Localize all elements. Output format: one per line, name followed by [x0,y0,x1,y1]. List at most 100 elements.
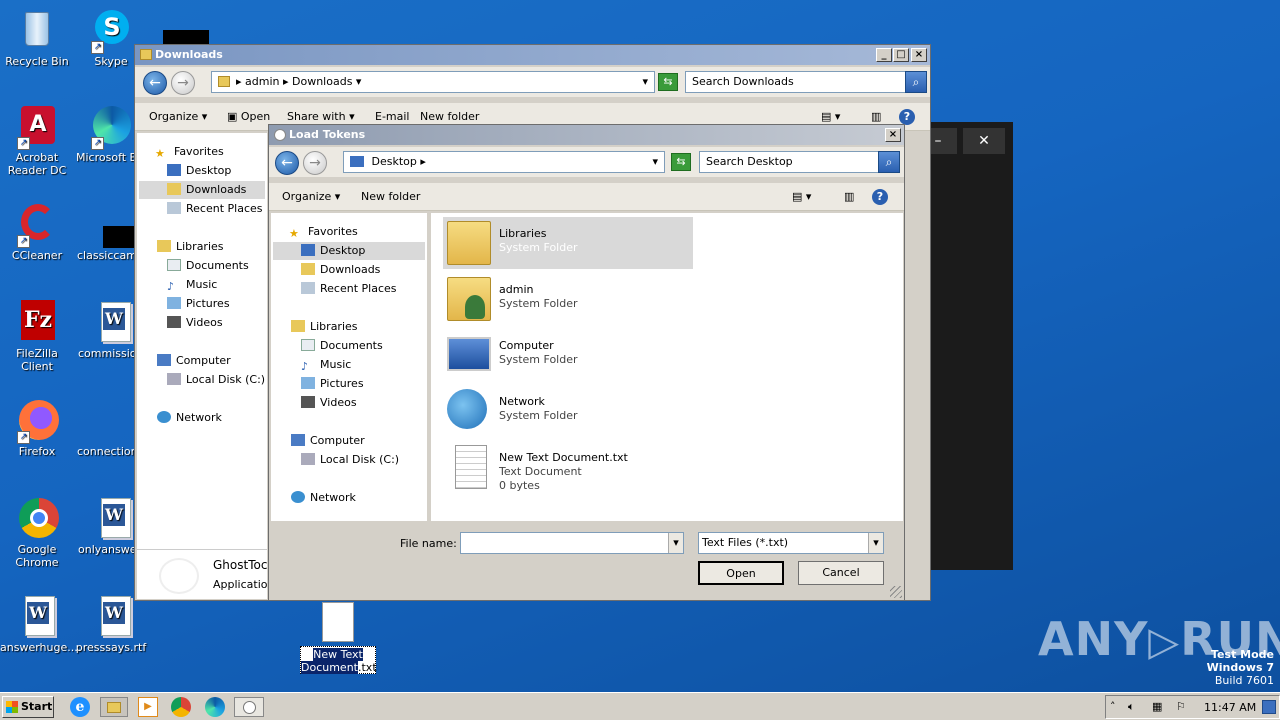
preview-pane-icon[interactable]: ▥ [844,190,854,203]
file-item-network[interactable]: Network System Folder [443,385,693,437]
share-with-button[interactable]: Share with ▾ [287,110,355,123]
file-item-new-text-document[interactable]: New Text Document.txt Text Document 0 by… [443,441,693,497]
nav-desktop[interactable]: Desktop [167,162,231,180]
minimize-button[interactable]: _ [876,48,892,62]
file-type-select[interactable]: Text Files (*.txt) ▾ [698,532,884,554]
network-tray-icon[interactable]: ▦ [1152,700,1162,713]
desktop-icon-acrobat[interactable]: A ↗ Acrobat Reader DC [0,104,74,177]
address-dropdown-icon[interactable]: ▾ [652,152,658,172]
desktop-icon-recycle-bin[interactable]: Recycle Bin [0,8,74,68]
ghost-app-taskbar-icon[interactable] [234,697,264,717]
file-item-computer[interactable]: Computer System Folder [443,329,693,381]
address-bar[interactable]: Desktop ▸ ▾ [343,151,665,173]
desktop-icon-presssays[interactable]: W presssays.rtf [74,594,148,654]
open-button[interactable]: ▣ Open [227,110,270,123]
nav-network[interactable]: Network [291,489,356,507]
new-folder-button[interactable]: New folder [420,110,479,123]
open-button[interactable]: Open [698,561,784,585]
back-button[interactable]: ← [143,71,167,95]
desktop-icon-chrome[interactable]: Google Chrome [0,496,74,569]
explorer-titlebar[interactable]: Downloads _ □ × [135,45,930,65]
nav-videos[interactable]: Videos [167,314,223,332]
forward-button[interactable]: → [171,71,195,95]
organize-button[interactable]: Organize ▾ [149,110,207,123]
nav-network[interactable]: Network [157,409,222,427]
search-icon[interactable]: ⌕ [905,71,927,93]
help-icon[interactable]: ? [899,109,915,125]
nav-videos[interactable]: Videos [301,394,357,412]
nav-local-disk[interactable]: Local Disk (C:) [167,371,265,389]
nav-computer[interactable]: Computer [291,432,365,450]
search-input[interactable]: Search Downloads [685,71,907,93]
desktop-icon-ccleaner[interactable]: ↗ CCleaner [0,202,74,262]
show-desktop-button[interactable] [1262,700,1276,714]
views-icon[interactable]: ▤ ▾ [792,190,811,203]
start-button[interactable]: Start [2,696,54,718]
nav-documents[interactable]: Documents [301,337,383,355]
desktop-icon-label: FileZilla Client [16,347,58,373]
nav-downloads[interactable]: Downloads [301,261,380,279]
nav-favorites[interactable]: ★ Favorites [155,143,224,161]
chrome-taskbar-icon[interactable] [171,697,191,717]
desktop-icon-filezilla[interactable]: Fz FileZilla Client [0,300,74,373]
show-hidden-icons[interactable]: ˄ [1110,700,1116,713]
shortcut-arrow-icon: ↗ [17,137,30,150]
nav-downloads[interactable]: Downloads [139,181,265,199]
dialog-titlebar[interactable]: Load Tokens × [269,125,904,145]
clock[interactable]: 11:47 AM [1204,701,1256,714]
address-bar[interactable]: ▸ admin ▸ Downloads ▾ ▾ [211,71,655,93]
refresh-button[interactable]: ⇆ [658,73,678,91]
breadcrumb-admin[interactable]: admin [245,75,279,88]
nav-desktop[interactable]: Desktop [273,242,425,260]
address-dropdown-icon[interactable]: ▾ [642,72,648,92]
dialog-close-button[interactable]: × [885,128,901,142]
desktop-selected-text-file[interactable]: New Text Document.txt [300,600,377,674]
breadcrumb-desktop[interactable]: Desktop [372,155,417,168]
resize-grip-icon[interactable] [890,586,902,598]
nav-computer[interactable]: Computer [157,352,231,370]
search-input[interactable]: Search Desktop [699,151,879,173]
cancel-button[interactable]: Cancel [798,561,884,585]
nav-recent-places[interactable]: Recent Places [301,280,397,298]
views-icon[interactable]: ▤ ▾ [821,110,840,123]
file-item-admin[interactable]: admin System Folder [443,273,693,325]
nav-pictures[interactable]: Pictures [301,375,364,393]
nav-libraries[interactable]: Libraries [157,238,224,256]
file-label-rest: .txt [358,661,377,674]
desktop-icon-firefox[interactable]: ↗ Firefox [0,398,74,458]
new-folder-button[interactable]: New folder [361,190,420,203]
edge-taskbar-icon[interactable] [205,697,225,717]
nav-favorites[interactable]: ★ Favorites [289,223,358,241]
preview-pane-icon[interactable]: ▥ [871,110,881,123]
nav-documents[interactable]: Documents [167,257,249,275]
nav-recent-places[interactable]: Recent Places [167,200,263,218]
nav-music[interactable]: ♪ Music [167,276,217,294]
disk-icon [301,453,315,465]
back-button[interactable]: ← [275,151,299,175]
maximize-button[interactable]: □ [893,48,909,62]
file-name-input[interactable] [460,532,684,554]
nav-pictures[interactable]: Pictures [167,295,230,313]
organize-button[interactable]: Organize ▾ [282,190,340,203]
media-player-icon[interactable]: ▶ [138,697,158,717]
close-button[interactable]: ✕ [963,128,1005,154]
file-item-libraries[interactable]: Libraries System Folder [443,217,693,269]
load-tokens-dialog[interactable]: Load Tokens × ← → Desktop ▸ ▾ ⇆ Search D… [268,124,905,601]
search-icon[interactable]: ⌕ [878,151,900,173]
close-button[interactable]: × [911,48,927,62]
forward-button[interactable]: → [303,151,327,175]
nav-libraries[interactable]: Libraries [291,318,358,336]
nav-music[interactable]: ♪ Music [301,356,351,374]
ie-icon[interactable]: e [70,697,90,717]
desktop-icon-answerhuge[interactable]: W answerhuge.... [0,594,81,654]
explorer-taskbar-icon[interactable] [100,697,128,717]
file-type-dropdown-icon[interactable]: ▾ [868,533,883,553]
help-icon[interactable]: ? [872,189,888,205]
nav-local-disk[interactable]: Local Disk (C:) [301,451,399,469]
breadcrumb-downloads[interactable]: Downloads [292,75,352,88]
volume-icon[interactable]: 🔈︎ [1128,700,1135,714]
file-name-dropdown-icon[interactable]: ▾ [668,533,683,553]
email-button[interactable]: E-mail [375,110,410,123]
refresh-button[interactable]: ⇆ [671,153,691,171]
action-center-flag-icon[interactable]: ⚐ [1176,700,1186,713]
